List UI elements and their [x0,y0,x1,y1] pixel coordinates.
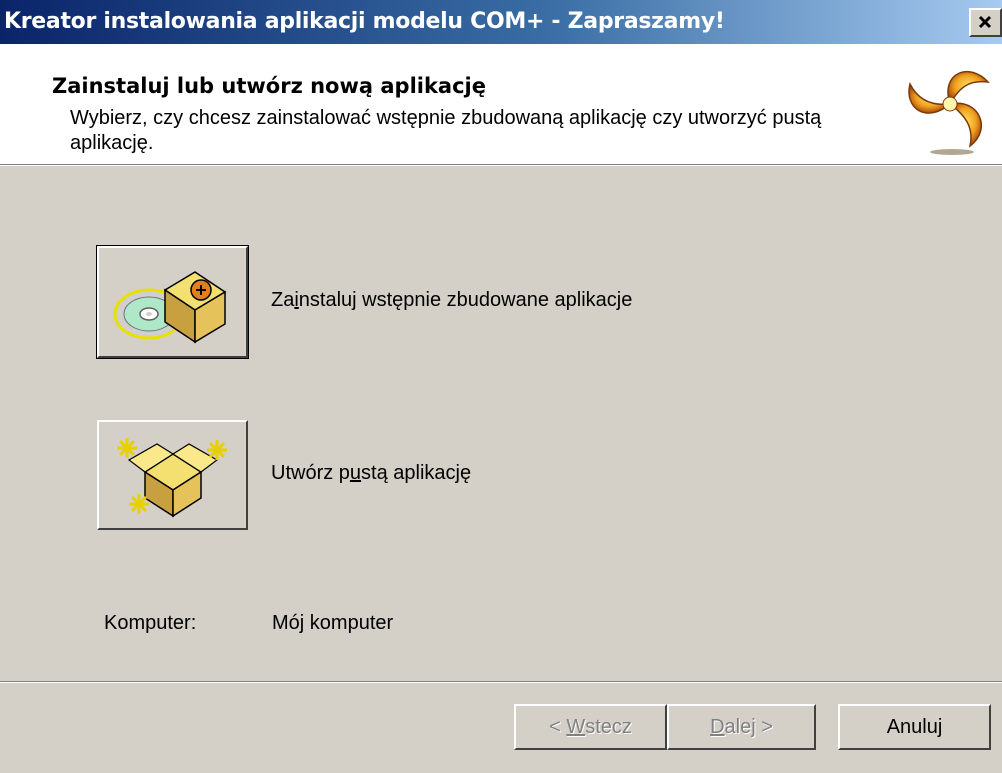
create-empty-app-button[interactable] [97,420,248,530]
create-empty-app-label: Utwórz pustą aplikację [271,462,472,484]
next-button[interactable]: Dalej > [667,704,816,750]
install-prebuilt-app-label: Zainstaluj wstępnie zbudowane aplikacje [271,289,633,311]
close-button[interactable] [969,8,1002,37]
install-prebuilt-app-button[interactable] [96,245,249,359]
computer-label: Komputer: [104,612,197,634]
wizard-header: Zainstaluj lub utwórz nową aplikację Wyb… [0,44,1002,164]
close-icon [978,15,992,29]
header-separator [0,164,1002,166]
computer-value: Mój komputer [272,612,394,634]
cancel-button[interactable]: Anuluj [838,704,991,750]
com-plus-logo-icon [908,71,990,155]
page-title: Zainstaluj lub utwórz nową aplikację [52,74,486,98]
empty-package-sparkle-icon [117,438,227,518]
window-title: Kreator instalowania aplikacji modelu CO… [4,9,725,34]
title-bar[interactable]: Kreator instalowania aplikacji modelu CO… [0,0,1002,44]
back-button[interactable]: < Wstecz [514,704,667,750]
cd-with-package-icon [113,271,227,344]
footer-separator [0,681,1002,683]
page-description: Wybierz, czy chcesz zainstalować wstępni… [70,107,822,154]
